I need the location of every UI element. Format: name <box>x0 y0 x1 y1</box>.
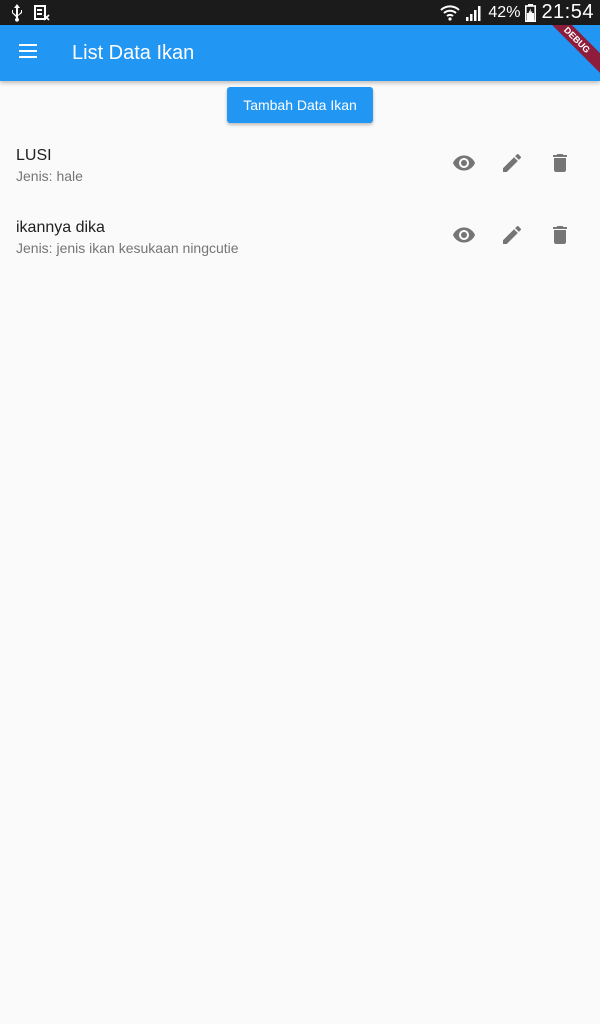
view-button[interactable] <box>440 213 488 261</box>
delete-button[interactable] <box>536 213 584 261</box>
debug-banner: DEBUG <box>540 25 600 77</box>
status-right: 42% 21:54 <box>440 1 594 24</box>
edit-button[interactable] <box>488 213 536 261</box>
item-title: LUSI <box>16 147 52 164</box>
sim-error-icon <box>34 4 50 21</box>
pencil-icon <box>500 223 524 252</box>
wifi-icon <box>440 4 461 22</box>
eye-icon <box>452 223 476 252</box>
item-subtitle: Jenis: hale <box>16 168 83 184</box>
list-item[interactable]: ikannya dika Jenis: jenis ikan kesukaan … <box>0 202 600 274</box>
clock: 21:54 <box>541 1 594 23</box>
menu-icon <box>18 43 38 64</box>
view-button[interactable] <box>440 141 488 189</box>
status-bar: 42% 21:54 <box>0 0 600 25</box>
signal-icon <box>465 4 483 22</box>
list-item-text: ikannya dika Jenis: jenis ikan kesukaan … <box>16 218 239 258</box>
edit-button[interactable] <box>488 141 536 189</box>
battery-charging-icon <box>525 3 537 22</box>
trash-icon <box>548 223 572 252</box>
item-title: ikannya dika <box>16 219 105 236</box>
app-bar: List Data Ikan DEBUG <box>0 25 600 81</box>
trash-icon <box>548 151 572 180</box>
delete-button[interactable] <box>536 141 584 189</box>
item-actions <box>440 213 584 261</box>
pencil-icon <box>500 151 524 180</box>
fish-list: LUSI Jenis: hale ikannya dika Jenis: jen… <box>0 130 600 274</box>
item-actions <box>440 141 584 189</box>
battery-percent: 42% <box>488 3 521 21</box>
usb-icon <box>10 3 24 22</box>
eye-icon <box>452 151 476 180</box>
add-fish-button[interactable]: Tambah Data Ikan <box>227 87 373 123</box>
page-title: List Data Ikan <box>72 41 195 64</box>
status-left <box>10 3 50 22</box>
list-item-text: LUSI Jenis: hale <box>16 146 83 186</box>
list-item[interactable]: LUSI Jenis: hale <box>0 130 600 202</box>
menu-button[interactable] <box>0 25 56 81</box>
item-subtitle: Jenis: jenis ikan kesukaan ningcutie <box>16 240 239 256</box>
